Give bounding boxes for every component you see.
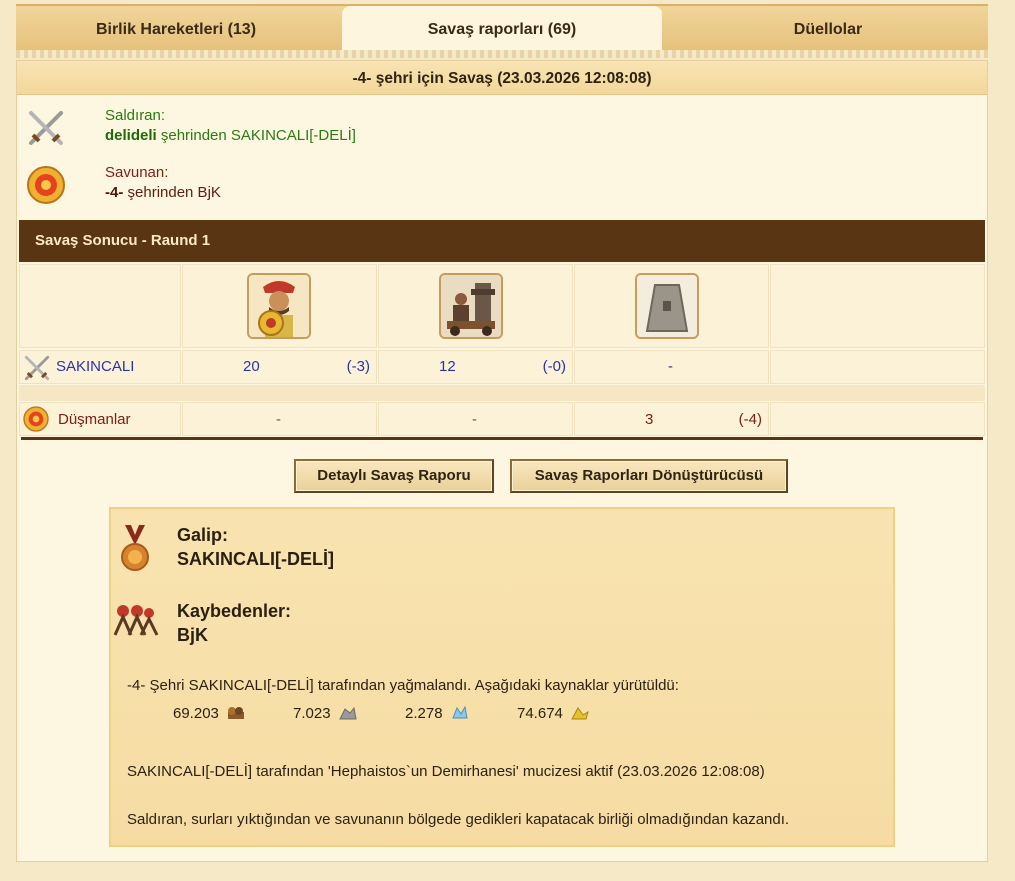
defender-unit-cell: - xyxy=(378,402,573,436)
defender-row-name: Düşmanlar xyxy=(58,411,131,428)
unit-count: 12 xyxy=(439,358,456,375)
resource-sulfur: 74.674 xyxy=(517,705,589,722)
unit-loss: (-3) xyxy=(346,358,370,375)
unit-header-cell xyxy=(574,264,769,348)
wood-icon xyxy=(228,707,245,719)
marble-icon xyxy=(338,706,357,720)
report-title: -4- şehri için Savaş (23.03.2026 12:08:0… xyxy=(17,61,987,95)
shield-icon xyxy=(23,406,49,432)
unit-count: - xyxy=(276,411,281,428)
row-spacer xyxy=(19,385,985,401)
losers-label: Kaybedenler: xyxy=(177,601,292,621)
resource-crystal: 2.278 xyxy=(405,705,469,722)
winner-label: Galip: xyxy=(177,525,229,545)
attacker-unit-cell: - xyxy=(574,350,769,384)
wonder-text: SAKINCALI[-DELİ] tarafından 'Hephaistos`… xyxy=(127,763,765,780)
header-empty-cell xyxy=(770,264,985,348)
unit-count: - xyxy=(668,358,673,375)
reason-text: Saldıran, surları yıktığından ve savunan… xyxy=(127,811,790,828)
unit-count: - xyxy=(472,411,477,428)
crossed-swords-icon xyxy=(24,355,50,381)
attacker-unit-cell: 20 (-3) xyxy=(182,350,377,384)
result-header: Savaş Sonucu - Raund 1 xyxy=(19,220,985,262)
unit-loss: (-4) xyxy=(738,411,762,428)
defender-player[interactable]: şehrinden BjK xyxy=(123,184,221,201)
defender-city-link[interactable]: -4- xyxy=(105,184,123,201)
empty-cell xyxy=(770,402,985,436)
report-converter-button[interactable]: Savaş Raporları Dönüştürücüsü xyxy=(510,459,788,493)
hoplite-unit-icon[interactable] xyxy=(247,273,311,339)
unit-header-cell xyxy=(378,264,573,348)
attacker-label: Saldıran: xyxy=(105,107,166,124)
unit-count: 20 xyxy=(243,358,260,375)
unit-loss: (-0) xyxy=(542,358,566,375)
attacker-city-link[interactable]: delideli xyxy=(105,127,157,144)
table-bottom-rule xyxy=(21,437,983,440)
defeated-troops-icon xyxy=(113,605,159,636)
row-attacker-label-cell: SAKINCALI xyxy=(19,350,181,384)
header-empty-cell xyxy=(19,264,181,348)
city-wall-icon[interactable] xyxy=(635,273,699,339)
resource-wood: 69.203 xyxy=(173,705,245,722)
resource-amount: 69.203 xyxy=(173,705,219,722)
losers-name: BjK xyxy=(177,625,208,645)
detailed-report-button[interactable]: Detaylı Savaş Raporu xyxy=(294,459,494,493)
attacker-description: delideli şehrinden SAKINCALI[-DELİ] xyxy=(105,127,356,144)
report-tabs: Birlik Hareketleri (13) Savaş raporları … xyxy=(16,4,988,52)
attacker-row-name[interactable]: SAKINCALI xyxy=(56,358,134,375)
tab-duels[interactable]: Düellolar xyxy=(668,8,988,52)
battle-outcome-box: Galip: SAKINCALI[-DELİ] Kaybedenler: BjK… xyxy=(109,507,895,847)
defender-unit-cell: - xyxy=(182,402,377,436)
empty-cell xyxy=(770,350,985,384)
defender-unit-cell: 3 (-4) xyxy=(574,402,769,436)
resource-marble: 7.023 xyxy=(293,705,357,722)
row-defender-label-cell: Düşmanlar xyxy=(19,402,181,436)
attacker-player[interactable]: şehrinden SAKINCALI[-DELİ] xyxy=(157,127,356,144)
defender-description: -4- şehrinden BjK xyxy=(105,184,221,201)
crossed-swords-icon xyxy=(29,111,63,145)
defender-label: Savunan: xyxy=(105,164,169,181)
tab-divider xyxy=(16,50,988,58)
shield-icon xyxy=(27,166,65,204)
medal-icon xyxy=(121,525,149,571)
tab-unit-movements[interactable]: Birlik Hareketleri (13) xyxy=(16,8,336,52)
catapult-unit-icon[interactable] xyxy=(439,273,503,339)
resource-amount: 74.674 xyxy=(517,705,563,722)
battle-report-panel: -4- şehri için Savaş (23.03.2026 12:08:0… xyxy=(16,60,988,862)
unit-count: 3 xyxy=(645,411,654,428)
tab-battle-reports[interactable]: Savaş raporları (69) xyxy=(342,6,662,52)
resource-amount: 7.023 xyxy=(293,705,331,722)
sulfur-icon xyxy=(571,707,589,720)
winner-name: SAKINCALI[-DELİ] xyxy=(177,549,334,569)
crystal-icon xyxy=(451,705,468,719)
plunder-text: -4- Şehri SAKINCALI[-DELİ] tarafından ya… xyxy=(127,677,679,694)
resource-amount: 2.278 xyxy=(405,705,443,722)
unit-header-cell xyxy=(182,264,377,348)
attacker-unit-cell: 12 (-0) xyxy=(378,350,573,384)
